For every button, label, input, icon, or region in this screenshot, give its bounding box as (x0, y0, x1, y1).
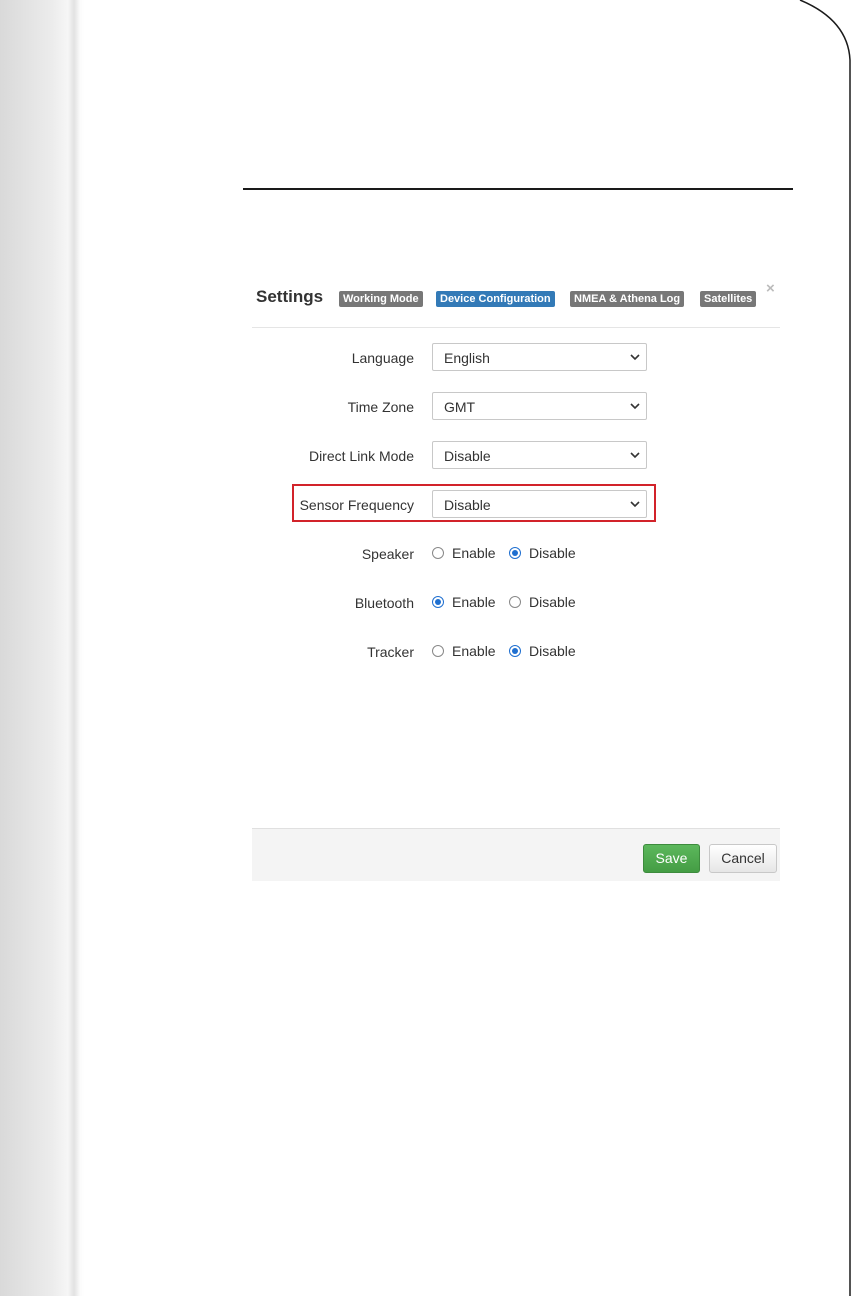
time-zone-value: GMT (444, 399, 476, 415)
save-button[interactable]: Save (643, 844, 700, 873)
section-rule (243, 188, 793, 190)
bluetooth-row: Bluetooth Enable Disable (252, 588, 780, 618)
sensor-frequency-value: Disable (444, 497, 491, 513)
language-select[interactable]: English (432, 343, 647, 371)
language-value: English (444, 350, 490, 366)
tracker-label: Tracker (367, 644, 414, 660)
close-icon[interactable]: × (766, 281, 775, 296)
bluetooth-enable-radio[interactable] (432, 596, 444, 608)
tracker-row: Tracker Enable Disable (252, 637, 780, 667)
bluetooth-disable-radio[interactable] (509, 596, 521, 608)
cancel-button[interactable]: Cancel (709, 844, 777, 873)
chevron-down-icon (630, 452, 640, 459)
chevron-down-icon (630, 501, 640, 508)
manual-page: Settings Working Mode Device Configurati… (0, 0, 864, 1296)
tab-working-mode[interactable]: Working Mode (339, 291, 423, 307)
settings-modal: Settings Working Mode Device Configurati… (252, 270, 780, 881)
direct-link-mode-row: Direct Link Mode Disable (252, 441, 780, 471)
speaker-disable-radio[interactable] (509, 547, 521, 559)
time-zone-label: Time Zone (347, 399, 414, 415)
sensor-frequency-select[interactable]: Disable (432, 490, 647, 518)
tracker-enable-radio[interactable] (432, 645, 444, 657)
time-zone-select[interactable]: GMT (432, 392, 647, 420)
time-zone-row: Time Zone GMT (252, 392, 780, 422)
language-label: Language (351, 350, 414, 366)
modal-header: Settings Working Mode Device Configurati… (252, 270, 780, 328)
direct-link-mode-label: Direct Link Mode (308, 448, 414, 464)
speaker-enable-label: Enable (452, 545, 496, 561)
direct-link-mode-value: Disable (444, 448, 491, 464)
modal-footer: Save Cancel (252, 828, 780, 881)
tracker-disable-radio[interactable] (509, 645, 521, 657)
bluetooth-disable-label: Disable (529, 594, 576, 610)
speaker-disable-label: Disable (529, 545, 576, 561)
tab-nmea-athena-log[interactable]: NMEA & Athena Log (570, 291, 685, 307)
tab-satellites[interactable]: Satellites (700, 291, 757, 307)
speaker-label: Speaker (361, 546, 414, 562)
tracker-enable-label: Enable (452, 643, 496, 659)
sensor-frequency-row: Sensor Frequency Disable (252, 484, 780, 522)
bluetooth-label: Bluetooth (354, 595, 414, 611)
speaker-enable-radio[interactable] (432, 547, 444, 559)
modal-title: Settings (256, 287, 324, 306)
chevron-down-icon (630, 403, 640, 410)
bluetooth-enable-label: Enable (452, 594, 496, 610)
language-row: Language English (252, 343, 780, 373)
direct-link-mode-select[interactable]: Disable (432, 441, 647, 469)
chevron-down-icon (630, 354, 640, 361)
tracker-disable-label: Disable (529, 643, 576, 659)
tab-device-configuration[interactable]: Device Configuration (436, 291, 555, 307)
speaker-row: Speaker Enable Disable (252, 539, 780, 569)
sensor-frequency-label: Sensor Frequency (299, 497, 414, 513)
